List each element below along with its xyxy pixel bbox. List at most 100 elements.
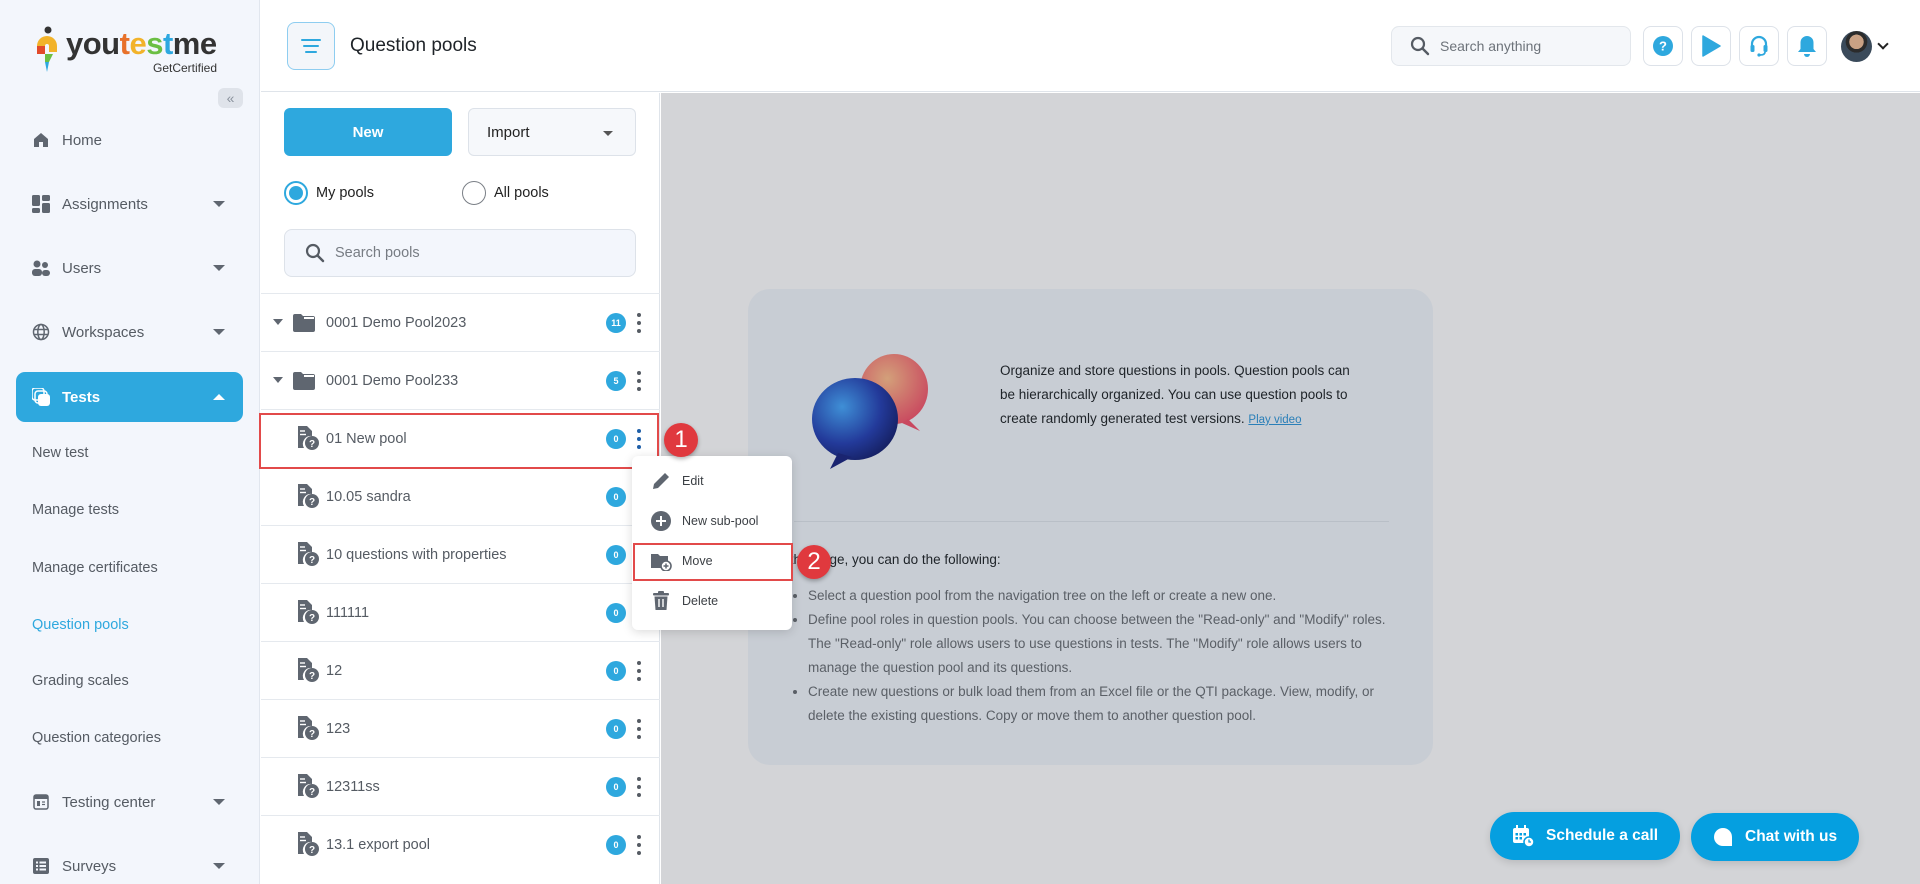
search-pools-input[interactable]: Search pools: [284, 229, 636, 277]
play-video-link[interactable]: Play video: [1248, 414, 1301, 426]
calendar-icon: [32, 793, 50, 811]
svg-text:?: ?: [1659, 39, 1667, 54]
question-count-badge: 0: [606, 544, 626, 565]
help-button[interactable]: ?: [1643, 26, 1683, 66]
headset-icon: [1750, 35, 1768, 57]
sidebar-item-users[interactable]: Users: [16, 243, 243, 293]
more-options-icon[interactable]: [633, 659, 645, 683]
menu-item-new-sub-pool[interactable]: New sub-pool: [632, 503, 792, 539]
collapse-sidebar-button[interactable]: «: [218, 88, 243, 108]
more-options-icon[interactable]: [633, 717, 645, 741]
pool-row[interactable]: ? 13.1 export pool 0: [261, 815, 660, 873]
svg-text:?: ?: [309, 671, 315, 682]
info-intro: Organize and store questions in pools. Q…: [1000, 359, 1360, 432]
pool-folder-row[interactable]: 0001 Demo Pool233 5: [261, 351, 660, 409]
caret-down-icon: [213, 265, 225, 271]
copy-icon: [32, 388, 50, 406]
pool-label: 111111: [326, 604, 370, 621]
new-pool-button[interactable]: New: [284, 108, 452, 156]
more-options-icon[interactable]: [633, 311, 645, 335]
bell-icon: [1798, 36, 1816, 57]
menu-item-delete[interactable]: Delete: [632, 583, 792, 619]
menu-item-edit[interactable]: Edit: [632, 463, 792, 499]
list-icon: [32, 857, 50, 875]
sidebar-item-label: Surveys: [62, 857, 117, 875]
info-bullets: Select a question pool from the navigati…: [794, 584, 1404, 728]
pool-row[interactable]: ? 12 0: [261, 641, 660, 699]
pool-label: 01 New pool: [326, 430, 407, 447]
question-pool-icon: ?: [297, 832, 319, 860]
search-icon: [305, 243, 325, 263]
step-marker-1: 1: [664, 423, 698, 457]
step-marker-2: 2: [797, 545, 831, 579]
notifications-button[interactable]: [1787, 26, 1827, 66]
svg-text:?: ?: [309, 729, 315, 740]
search-pools-placeholder: Search pools: [335, 245, 420, 261]
pool-label: 12311ss: [326, 778, 380, 795]
divider: [794, 521, 1389, 522]
pool-label: 10 questions with properties: [326, 546, 507, 563]
chat-with-us-label: Chat with us: [1745, 828, 1838, 845]
chevron-down-icon[interactable]: [1877, 38, 1889, 50]
chat-with-us-button[interactable]: Chat with us: [1691, 813, 1860, 861]
home-icon: [32, 131, 50, 149]
question-count-badge: 0: [606, 428, 626, 449]
radio-label: My pools: [316, 185, 375, 201]
sidebar-item-surveys[interactable]: Surveys: [16, 841, 243, 884]
more-options-icon[interactable]: [633, 775, 645, 799]
more-options-icon[interactable]: [633, 427, 645, 451]
radio-my-pools[interactable]: My pools: [284, 181, 374, 205]
pool-row[interactable]: ? 123 0: [261, 699, 660, 757]
play-icon: [1702, 35, 1721, 57]
help-icon: ?: [1653, 36, 1673, 56]
chat-bubble-icon: [1713, 827, 1733, 847]
folder-move-icon: [650, 550, 672, 572]
support-button[interactable]: [1739, 26, 1779, 66]
menu-toggle-button[interactable]: [287, 22, 335, 70]
radio-all-pools[interactable]: All pools: [462, 181, 549, 205]
sidebar-subitem-manage-tests[interactable]: Manage tests: [32, 502, 119, 518]
sidebar-item-home[interactable]: Home: [16, 115, 243, 165]
sidebar-subitem-question-pools[interactable]: Question pools: [32, 617, 129, 633]
global-search-placeholder: Search anything: [1440, 38, 1542, 54]
import-dropdown[interactable]: Import: [468, 108, 636, 156]
radio-label: All pools: [494, 185, 549, 201]
play-tutorial-button[interactable]: [1691, 26, 1731, 66]
user-avatar[interactable]: [1841, 31, 1872, 62]
menu-item-move[interactable]: Move: [632, 543, 792, 579]
pool-row[interactable]: ? 01 New pool 0: [261, 409, 660, 467]
sidebar: youtestme GetCertified « Home Assignment…: [0, 0, 260, 884]
pool-row[interactable]: ? 111111 0: [261, 583, 660, 641]
search-icon: [1410, 36, 1430, 56]
sidebar-subitem-manage-certificates[interactable]: Manage certificates: [32, 560, 158, 576]
pool-row[interactable]: ? 10 questions with properties 0: [261, 525, 660, 583]
pool-label: 0001 Demo Pool2023: [326, 314, 467, 331]
pool-folder-row[interactable]: 0001 Demo Pool2023 11: [261, 293, 660, 351]
question-pool-icon: ?: [297, 542, 319, 570]
more-options-icon[interactable]: [633, 833, 645, 857]
pool-row[interactable]: ? 12311ss 0: [261, 757, 660, 815]
schedule-call-button[interactable]: Schedule a call: [1490, 812, 1680, 860]
expand-caret-icon[interactable]: [273, 377, 283, 383]
sidebar-subitem-grading-scales[interactable]: Grading scales: [32, 673, 129, 689]
sidebar-item-testing-center[interactable]: Testing center: [16, 777, 243, 827]
sidebar-item-tests[interactable]: Tests: [16, 372, 243, 422]
pool-label: 123: [326, 720, 351, 737]
more-options-icon[interactable]: [633, 369, 645, 393]
sidebar-subitem-question-categories[interactable]: Question categories: [32, 730, 161, 746]
pool-row[interactable]: ? 10.05 sandra 0: [261, 467, 660, 525]
global-search-input[interactable]: Search anything: [1391, 26, 1631, 66]
pool-panel: New Import My pools All pools Search poo…: [261, 93, 660, 884]
sidebar-subitem-new-test[interactable]: New test: [32, 445, 88, 461]
sidebar-item-label: Assignments: [62, 195, 148, 213]
users-icon: [32, 259, 50, 277]
page-title: Question pools: [350, 35, 477, 56]
sidebar-item-assignments[interactable]: Assignments: [16, 179, 243, 229]
pencil-icon: [650, 470, 672, 492]
plus-circle-icon: [650, 510, 672, 532]
expand-caret-icon[interactable]: [273, 319, 283, 325]
question-pool-icon: ?: [297, 716, 319, 744]
double-chevron-left-icon: «: [226, 90, 235, 106]
sidebar-item-workspaces[interactable]: Workspaces: [16, 307, 243, 357]
pool-label: 12: [326, 662, 343, 679]
